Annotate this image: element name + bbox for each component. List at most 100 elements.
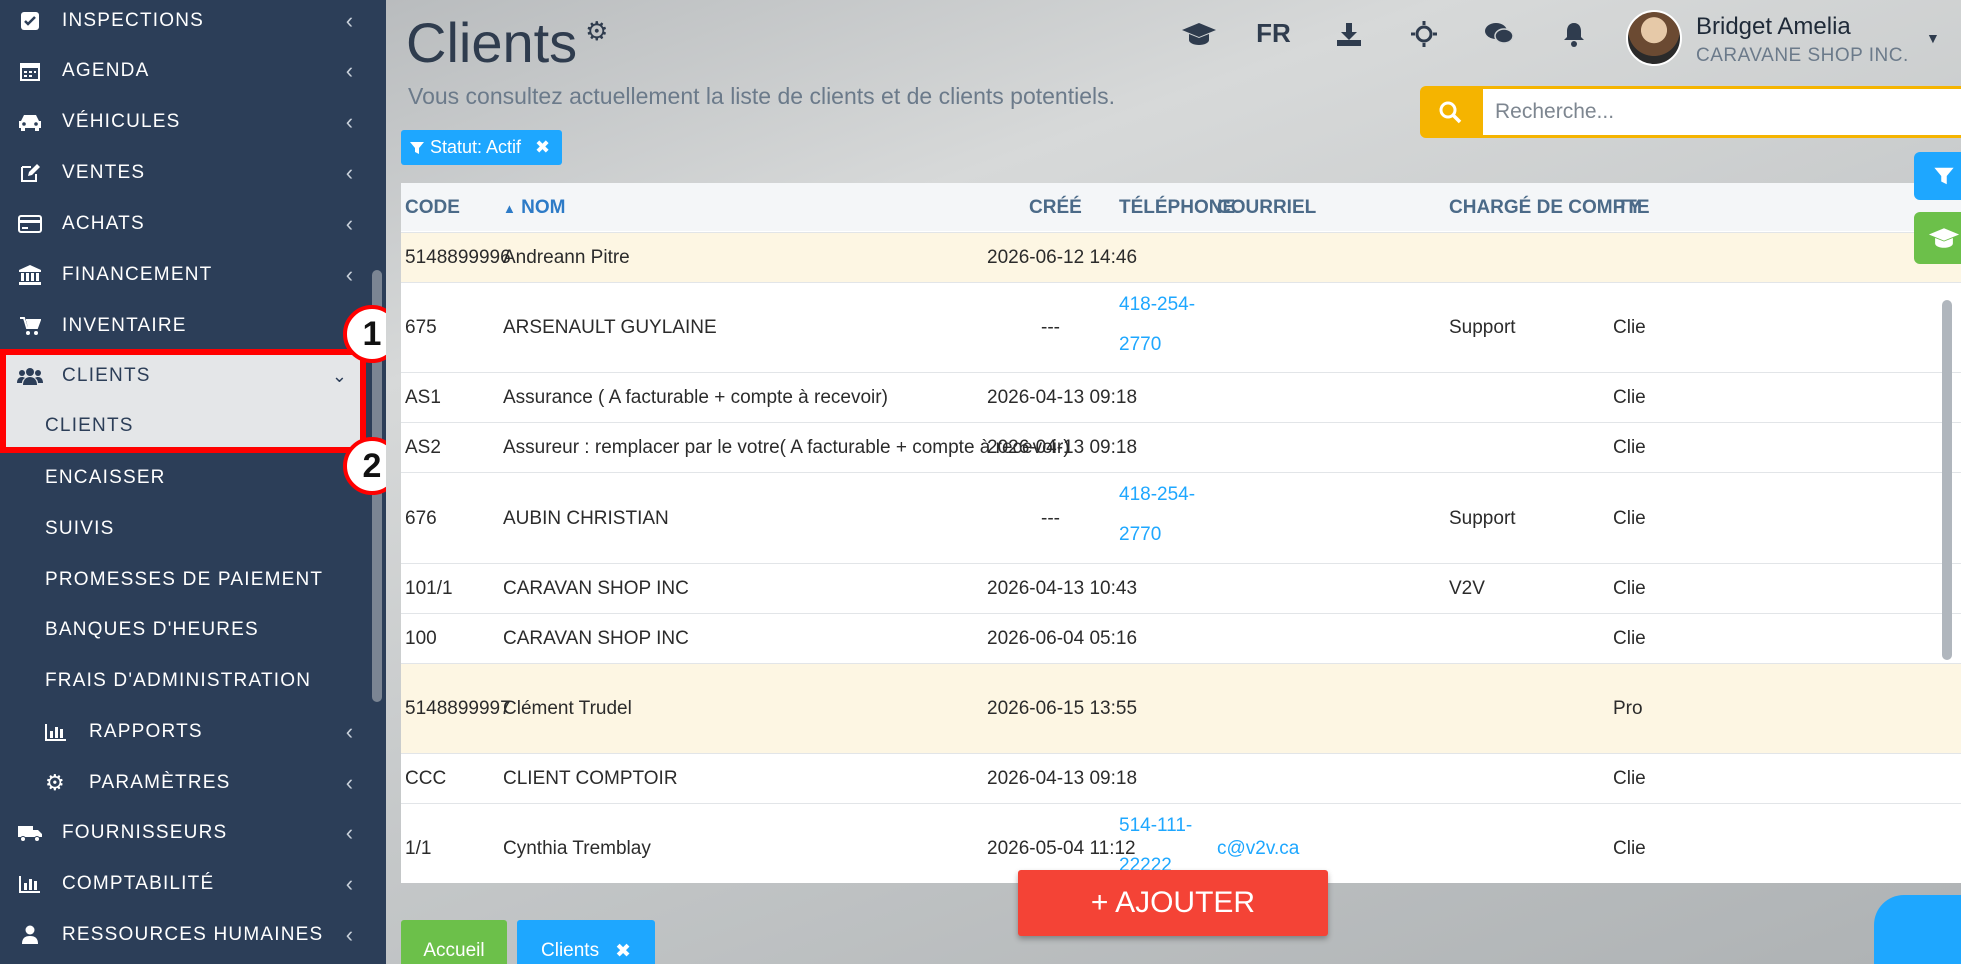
sidebar-sub-parametres[interactable]: ⚙ PARAMÈTRES ‹ [0, 758, 370, 808]
chevron-left-icon: ‹ [345, 262, 355, 287]
sidebar-item-achats[interactable]: ACHATS ‹ [0, 199, 370, 249]
table-row[interactable]: 5148899996 Andreann Pitre 2026-06-12 14:46 [401, 232, 1961, 282]
filter-icon [1934, 167, 1954, 185]
cell-type: Clie [1613, 578, 1646, 599]
table-row[interactable]: 101/1 CARAVAN SHOP INC 2026-04-13 10:43 V2V… [401, 563, 1961, 613]
check-square-icon [16, 11, 44, 31]
table-row[interactable]: 676 AUBIN CHRISTIAN --- 418-254-2770 Support… [401, 472, 1961, 563]
cell-type: Clie [1613, 628, 1646, 649]
chevron-left-icon: ‹ [345, 871, 355, 896]
sidebar-item-inspections[interactable]: INSPECTIONS ‹ [0, 0, 370, 46]
bar-chart-icon [45, 723, 67, 741]
col-nom[interactable]: ▲ NOM [503, 197, 565, 219]
sidebar-sub-rapports[interactable]: RAPPORTS ‹ [0, 707, 370, 757]
bank-icon [16, 264, 44, 286]
sort-asc-icon: ▲ [503, 201, 516, 216]
clients-table: CODE ▲ NOM CRÉÉ TÉLÉPHONE COURRIEL CHARG… [401, 183, 1961, 883]
add-button[interactable]: + AJOUTER [1018, 870, 1328, 936]
bell-icon[interactable] [1536, 21, 1611, 47]
sidebar-item-comptabilite[interactable]: COMPTABILITÉ ‹ [0, 859, 370, 909]
status-filter-chip[interactable]: Statut: Actif ✖ [401, 130, 563, 165]
sidebar-item-vehicules[interactable]: VÉHICULES ‹ [0, 97, 370, 147]
sidebar-sub-banques[interactable]: BANQUES D'HEURES [0, 605, 370, 655]
chevron-left-icon: ‹ [345, 820, 355, 845]
chevron-left-icon: ‹ [345, 109, 355, 134]
sun-icon[interactable] [1386, 20, 1461, 48]
cell-code: 101/1 [405, 578, 453, 599]
page-title: Clients ⚙ [406, 11, 609, 74]
chevron-left-icon: ‹ [345, 719, 355, 744]
cell-type: Clie [1613, 437, 1646, 458]
avatar[interactable] [1626, 10, 1682, 66]
cell-code: AS1 [405, 387, 441, 408]
tab-accueil[interactable]: Accueil [401, 920, 507, 964]
cell-cree: 2026-04-13 09:18 [987, 387, 1138, 408]
sidebar-item-agenda[interactable]: AGENDA ‹ [0, 46, 370, 96]
sidebar-item-clients[interactable]: CLIENTS ⌄ [0, 351, 360, 401]
sidebar-sub-suivis[interactable]: SUIVIS [0, 504, 370, 554]
table-row[interactable]: AS1 Assurance ( A facturable + compte à r… [401, 372, 1961, 422]
side-training-button[interactable] [1914, 212, 1961, 264]
table-row[interactable]: 5148899997 Clément Trudel 2026-06-15 13:55… [401, 663, 1961, 753]
graduation-cap-icon[interactable] [1161, 21, 1236, 47]
table-row[interactable]: 100 CARAVAN SHOP INC 2026-06-04 05:16 Clie [401, 613, 1961, 663]
calendar-icon [16, 60, 44, 82]
user-name[interactable]: Bridget Amelia [1696, 13, 1851, 41]
cell-cree: 2026-06-12 14:46 [987, 247, 1138, 268]
sidebar-item-fournisseurs[interactable]: FOURNISSEURS ‹ [0, 808, 370, 858]
sidebar-item-ventes[interactable]: VENTES ‹ [0, 148, 370, 198]
cell-tel[interactable]: 418-254-2770 [1119, 285, 1219, 365]
user-company: CARAVANE SHOP INC. [1696, 45, 1909, 66]
caret-down-icon[interactable]: ▼ [1926, 30, 1940, 46]
truck-icon [16, 823, 44, 843]
gear-icon: ⚙ [45, 770, 66, 795]
clients-menu-highlight: CLIENTS ⌄ CLIENTS [0, 349, 366, 453]
sidebar-sub-promesses[interactable]: PROMESSES DE PAIEMENT [0, 555, 370, 605]
bar-chart-icon [16, 875, 44, 893]
cell-code: 100 [405, 628, 437, 649]
language-toggle[interactable]: FR [1236, 18, 1311, 49]
cell-charge: Support [1449, 317, 1516, 338]
sidebar-sub-frais[interactable]: FRAIS D'ADMINISTRATION [0, 656, 370, 706]
chevron-down-icon: ⌄ [331, 365, 349, 386]
col-code[interactable]: CODE [405, 197, 460, 219]
cell-charge: Support [1449, 507, 1516, 529]
download-icon[interactable] [1311, 21, 1386, 47]
sidebar-item-ressources-humaines[interactable]: RESSOURCES HUMAINES ‹ [0, 910, 370, 960]
table-row[interactable]: 675 ARSENAULT GUYLAINE --- 418-254-2770 Supp… [401, 282, 1961, 372]
cell-cree: 2026-06-15 13:55 [987, 698, 1138, 719]
col-courriel[interactable]: COURRIEL [1217, 197, 1316, 219]
sidebar-item-inventaire[interactable]: INVENTAIRE [0, 301, 370, 351]
tab-clients[interactable]: Clients ✖ [517, 920, 655, 964]
chevron-left-icon: ‹ [345, 58, 355, 83]
table-scrollbar[interactable] [1942, 300, 1952, 660]
search-icon [1439, 101, 1462, 124]
col-cree[interactable]: CRÉÉ [1029, 197, 1082, 219]
sidebar: INSPECTIONS ‹ AGENDA ‹ VÉHICULES ‹ VENTE… [0, 0, 386, 964]
col-type[interactable]: TY [1617, 197, 1641, 219]
cell-tel[interactable]: 418-254-2770 [1119, 475, 1219, 555]
chat-widget[interactable] [1874, 895, 1961, 964]
table-row[interactable]: AS2 Assureur : remplacer par le votre( A … [401, 422, 1961, 472]
close-icon[interactable]: ✖ [535, 137, 550, 158]
cell-nom: Clément Trudel [503, 698, 632, 719]
cell-nom: CLIENT COMPTOIR [503, 768, 678, 789]
sidebar-sub-encaisser[interactable]: ENCAISSER [0, 453, 370, 503]
gear-icon[interactable]: ⚙ [585, 16, 608, 47]
graduation-cap-icon [1928, 228, 1960, 248]
cell-cree: --- [1041, 317, 1060, 338]
table-header: CODE ▲ NOM CRÉÉ TÉLÉPHONE COURRIEL CHARG… [401, 183, 1961, 231]
search-button[interactable] [1420, 86, 1480, 138]
cell-courriel[interactable]: c@v2v.ca [1217, 829, 1417, 869]
chat-icon[interactable] [1461, 22, 1536, 46]
close-icon[interactable]: ✖ [615, 940, 631, 963]
search-input[interactable] [1480, 86, 1961, 138]
cell-cree: --- [1041, 507, 1060, 529]
sidebar-item-financement[interactable]: FINANCEMENT ‹ [0, 250, 370, 300]
sidebar-sub-clients[interactable]: CLIENTS [0, 401, 360, 451]
side-filter-button[interactable] [1914, 152, 1961, 200]
cell-nom: Cynthia Tremblay [503, 838, 651, 859]
table-row[interactable]: CCC CLIENT COMPTOIR 2026-04-13 09:18 Clie [401, 753, 1961, 803]
cell-nom: CARAVAN SHOP INC [503, 628, 689, 649]
cell-cree: 2026-05-04 11:12 [987, 838, 1136, 859]
